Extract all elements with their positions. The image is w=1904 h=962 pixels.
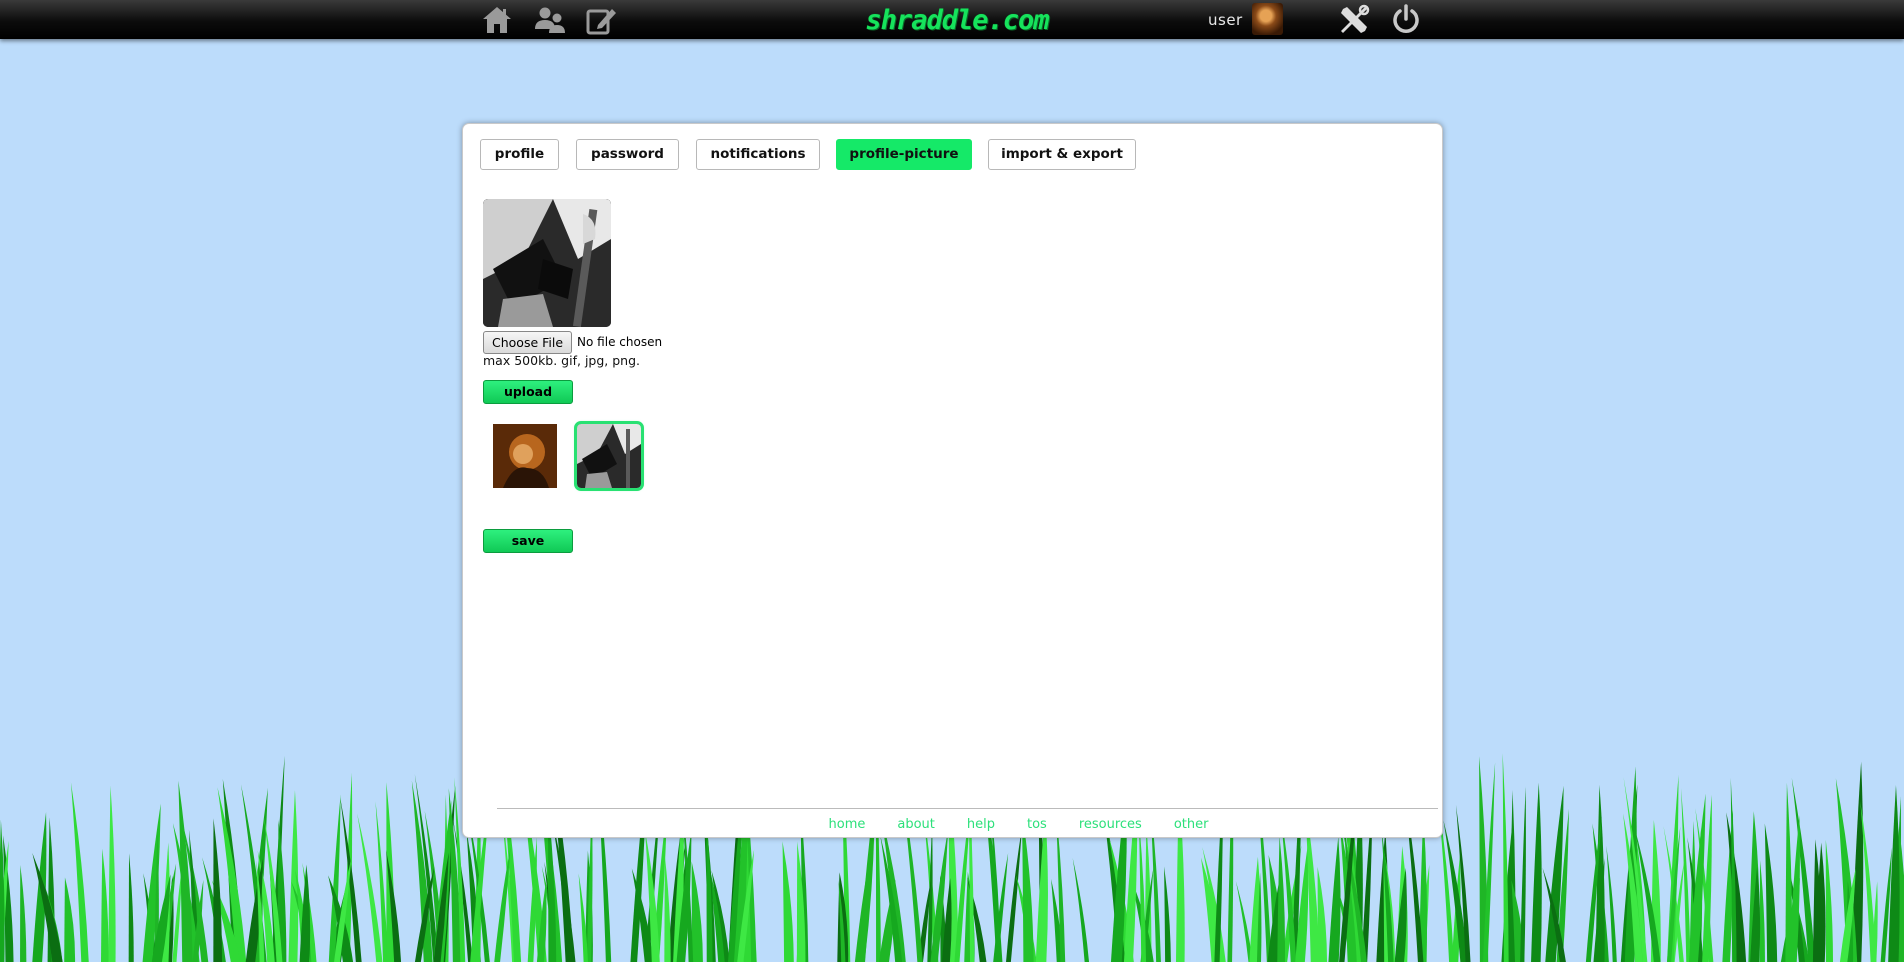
grass-blade (288, 790, 299, 962)
profile-picture-preview (483, 199, 611, 327)
grass-blade (854, 830, 875, 962)
grass-blade (64, 877, 76, 962)
footer-link-other[interactable]: other (1174, 817, 1209, 832)
gallery-thumbnail[interactable] (493, 424, 557, 488)
footer-links: home about help tos resources other (463, 817, 1442, 832)
grass-blade (20, 865, 27, 962)
file-picker: Choose File No file chosen (483, 330, 662, 354)
save-button[interactable]: save (483, 529, 573, 553)
power-icon[interactable] (1388, 0, 1424, 39)
grass-blade (1759, 860, 1765, 962)
footer-link-tos[interactable]: tos (1027, 817, 1047, 832)
grass-blade (1531, 782, 1542, 962)
grass-blade (494, 846, 511, 962)
grass-blade (1328, 836, 1341, 962)
settings-panel: profile password notifications profile-p… (462, 123, 1443, 838)
grass-blade (101, 848, 109, 962)
grass-blade (128, 853, 134, 962)
tab-profile[interactable]: profile (480, 139, 559, 170)
grass-blade (1606, 845, 1617, 962)
footer-link-resources[interactable]: resources (1079, 817, 1142, 832)
compose-icon[interactable] (584, 0, 620, 39)
grass-blade (691, 861, 703, 962)
username-label[interactable]: user (1208, 11, 1243, 29)
upload-hint: max 500kb. gif, jpg, png. (483, 353, 640, 368)
choose-file-button[interactable]: Choose File (483, 330, 573, 354)
upload-button[interactable]: upload (483, 380, 573, 404)
grass-blade (1277, 835, 1286, 962)
tab-notifications[interactable]: notifications (696, 139, 820, 170)
grass-blade (1164, 866, 1171, 962)
grass-blade (1520, 786, 1526, 962)
grass-blade (108, 785, 116, 962)
grass-blade (0, 819, 5, 962)
footer-link-home[interactable]: home (829, 817, 866, 832)
grass-blade (782, 841, 794, 962)
footer-link-about[interactable]: about (897, 817, 935, 832)
friends-icon[interactable] (530, 0, 570, 39)
grass-blade (1072, 857, 1090, 962)
grass-blade (213, 818, 222, 962)
tab-import-export[interactable]: import & export (988, 139, 1136, 170)
grass-blade (1825, 839, 1834, 962)
user-avatar[interactable] (1252, 3, 1283, 35)
site-logo[interactable]: shraddle.com (852, 3, 1062, 37)
tab-password[interactable]: password (576, 139, 679, 170)
footer-link-help[interactable]: help (967, 817, 995, 832)
top-navigation-bar: shraddle.com user (0, 0, 1904, 39)
settings-icon[interactable] (1336, 0, 1372, 39)
grass-blade (1138, 817, 1147, 962)
footer-divider (497, 808, 1438, 809)
grass-blade (1235, 880, 1253, 962)
tab-profile-picture[interactable]: profile-picture (836, 139, 972, 170)
grass-blade (664, 856, 671, 962)
grass-blade (1764, 823, 1778, 962)
file-status: No file chosen (577, 335, 663, 349)
gallery-thumbnail-selected[interactable] (574, 421, 644, 491)
home-icon[interactable] (479, 0, 515, 39)
